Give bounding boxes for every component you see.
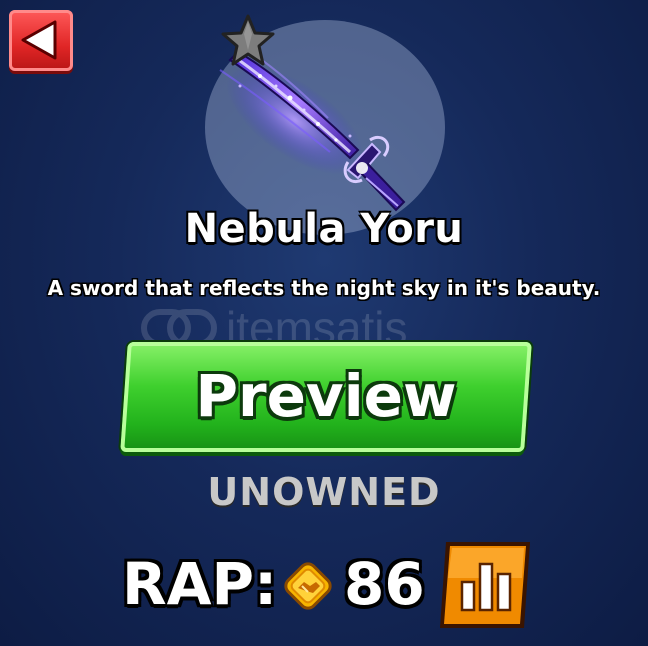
handshake-coin-icon xyxy=(284,562,332,610)
rap-row: RAP: 86 xyxy=(122,538,542,634)
preview-button[interactable]: Preview xyxy=(120,342,532,452)
back-arrow-icon xyxy=(21,20,57,60)
preview-button-label: Preview xyxy=(195,362,457,430)
ownership-status: UNOWNED xyxy=(207,470,441,514)
item-description: A sword that reflects the night sky in i… xyxy=(47,276,601,300)
rap-label: RAP: xyxy=(122,550,278,618)
item-name: Nebula Yoru xyxy=(184,206,464,252)
star-icon xyxy=(221,14,275,66)
stats-button[interactable] xyxy=(438,538,534,632)
back-button[interactable] xyxy=(9,10,73,71)
rap-value: 86 xyxy=(344,550,425,618)
